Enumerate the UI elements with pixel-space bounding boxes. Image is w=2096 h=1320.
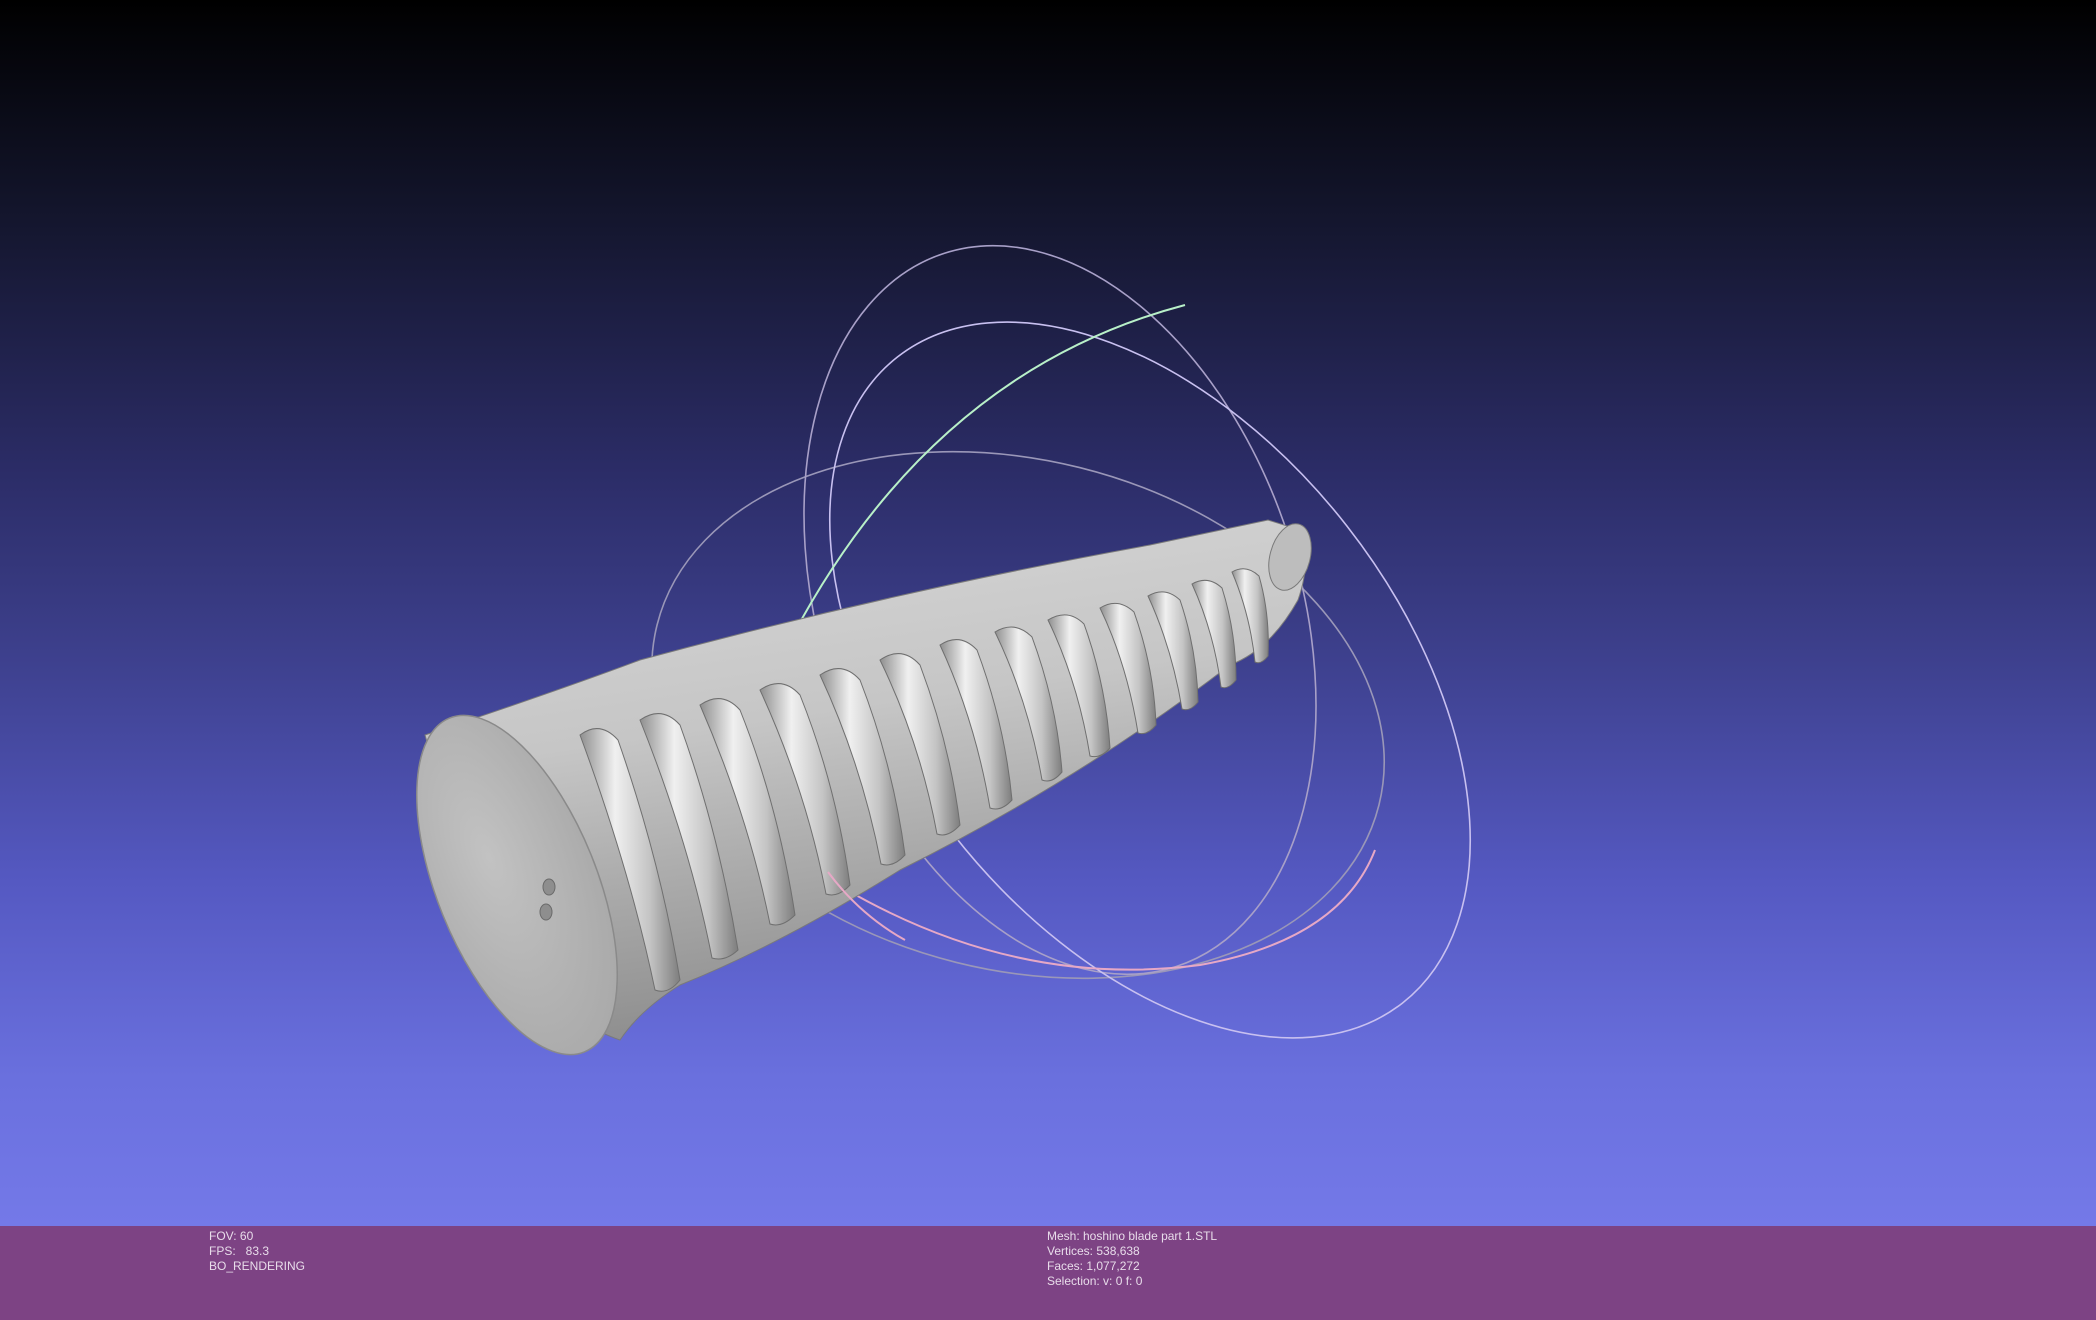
render-mode-label: BO_RENDERING [209, 1259, 306, 1273]
render-info: FOV: 60 FPS: 83.3 BO_RENDERING [209, 1229, 305, 1274]
3d-viewport[interactable] [0, 0, 2096, 1226]
faces-label: Faces: 1,077,272 [1047, 1259, 1140, 1273]
mesh-info: Mesh: hoshino blade part 1.STL Vertices:… [1047, 1229, 1217, 1289]
mesh-name-label: Mesh: hoshino blade part 1.STL [1047, 1229, 1218, 1243]
mesh-hole-top [542, 878, 556, 896]
fov-label: FOV: 60 [209, 1229, 254, 1243]
info-bar: FOV: 60 FPS: 83.3 BO_RENDERING Mesh: hos… [0, 1226, 2096, 1320]
trackball-ring-x-highlight[interactable] [829, 849, 1376, 971]
mesh-model[interactable] [375, 519, 1318, 1082]
mesh-hole-bottom [539, 903, 553, 921]
scene-canvas[interactable] [0, 0, 2096, 1226]
selection-label: Selection: v: 0 f: 0 [1047, 1274, 1143, 1288]
vertices-label: Vertices: 538,638 [1047, 1244, 1140, 1258]
fps-label: FPS: 83.3 [209, 1244, 270, 1258]
